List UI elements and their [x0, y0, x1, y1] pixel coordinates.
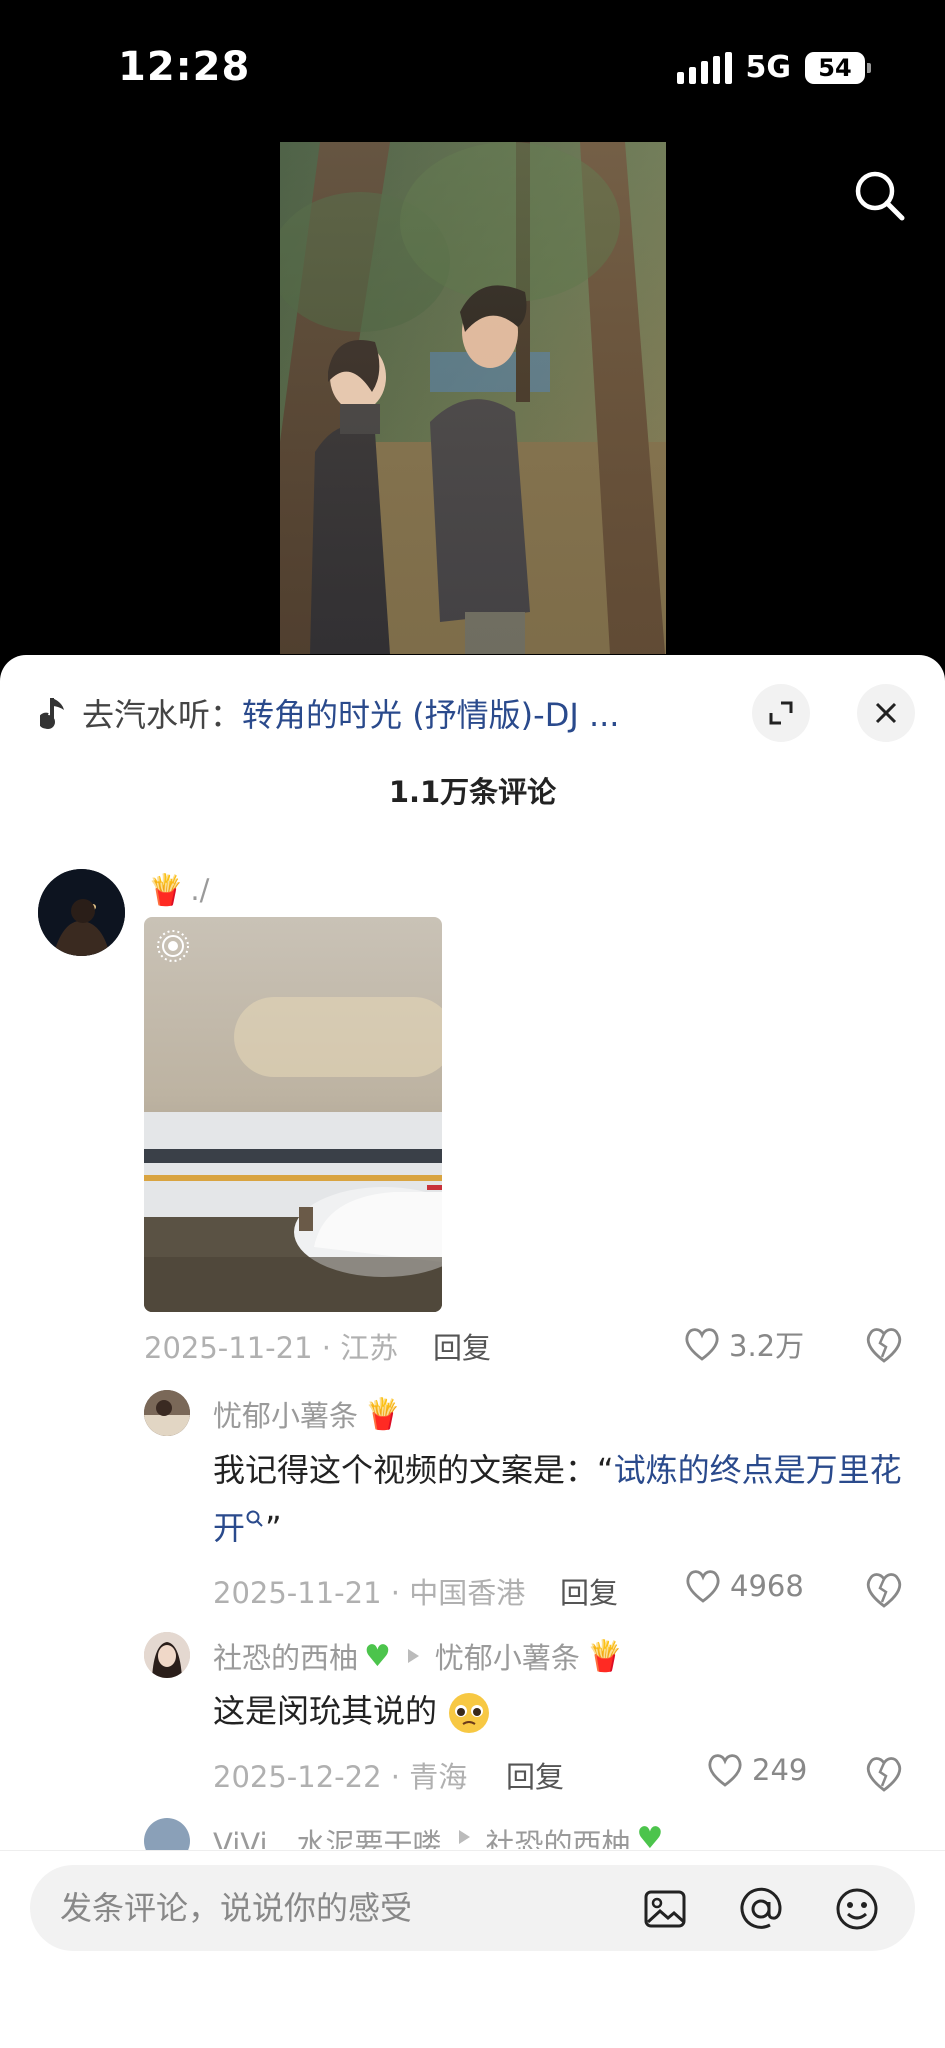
fries-emoji-icon: 🍟 [364, 1396, 402, 1432]
close-button[interactable] [857, 684, 915, 742]
status-bar: 12:28 5G 54 [0, 0, 945, 140]
expand-button[interactable] [752, 684, 810, 742]
video-frame-image [280, 142, 666, 654]
reply-date-location: 2025-12-22 · 青海 [213, 1760, 468, 1794]
expand-icon [769, 701, 793, 725]
video-player[interactable] [280, 142, 666, 654]
avatar[interactable] [144, 1632, 190, 1678]
broken-heart-icon[interactable] [864, 1570, 904, 1610]
live-photo-icon [157, 930, 189, 962]
reply-button[interactable]: 回复 [506, 1754, 564, 1796]
avatar-image [144, 1390, 190, 1436]
comment-image-picture [144, 917, 442, 1312]
comment-count: 1.1万条评论 [388, 775, 557, 809]
fries-emoji-icon: 🍟 [147, 872, 185, 908]
battery-icon: 54 [805, 51, 871, 84]
status-time: 12:28 [118, 44, 251, 90]
like-button[interactable]: 249 [706, 1752, 807, 1788]
avatar[interactable] [144, 1390, 190, 1436]
play-triangle-icon [458, 1830, 470, 1844]
reply-author[interactable]: 忧郁小薯条 🍟 [213, 1393, 401, 1435]
reply-author[interactable]: ViVi＿水泥要干喽 社恐的西柚 ♥ [213, 1821, 663, 1849]
like-count: 4968 [730, 1569, 804, 1603]
reply-to-name[interactable]: 忧郁小薯条 [435, 1635, 580, 1677]
avatar[interactable] [38, 869, 125, 956]
emoji-icon[interactable] [834, 1886, 880, 1932]
music-prefix: 去汽水听： [82, 696, 243, 734]
reply-author[interactable]: 社恐的西柚 ♥ 忧郁小薯条 🍟 [213, 1635, 623, 1677]
heart-icon [686, 1570, 720, 1603]
comment-date-location: 2025-11-21 · 江苏 [144, 1331, 399, 1365]
close-icon [875, 702, 897, 724]
status-indicators: 5G 54 [676, 50, 871, 85]
reply-button[interactable]: 回复 [433, 1325, 491, 1367]
broken-heart-icon[interactable] [864, 1754, 904, 1794]
like-count: 249 [752, 1753, 808, 1787]
music-link[interactable]: 去汽水听： 转角的时光 (抒情版)-DJ ... [40, 685, 720, 741]
image-icon[interactable] [642, 1886, 688, 1932]
music-song-title: 转角的时光 (抒情版)-DJ ... [242, 696, 620, 734]
pleading-face-emoji-icon [449, 1693, 490, 1733]
heart-icon [685, 1328, 719, 1361]
network-label: 5G [745, 50, 792, 85]
reply-button[interactable]: 回复 [560, 1570, 618, 1612]
like-count: 3.2万 [729, 1329, 805, 1363]
comment-author[interactable]: 🍟 ./ [147, 870, 209, 910]
avatar-image [144, 1632, 190, 1678]
comment-input[interactable] [60, 1865, 620, 1951]
music-note-icon [40, 698, 64, 729]
heart-icon [708, 1754, 742, 1787]
like-button[interactable]: 3.2万 [683, 1323, 804, 1365]
reply-date-location: 2025-11-21 · 中国香港 [213, 1576, 526, 1610]
search-icon[interactable] [850, 166, 910, 226]
avatar-image [38, 869, 125, 956]
reply-text: 这是闵玧其说的 [213, 1682, 913, 1740]
reply-text: 我记得这个视频的文案是：“试炼的终点是万里花开” [213, 1451, 902, 1547]
signal-icon [676, 51, 732, 84]
comment-image[interactable] [144, 917, 442, 1312]
green-heart-emoji-icon: ♥ [364, 1638, 391, 1674]
reply-to-name[interactable]: 社恐的西柚 [486, 1821, 631, 1849]
play-triangle-icon [407, 1649, 419, 1663]
like-button[interactable]: 4968 [684, 1568, 804, 1604]
search-icon [246, 1510, 263, 1527]
at-icon[interactable] [738, 1886, 784, 1932]
green-heart-emoji-icon: ♥ [636, 1821, 664, 1849]
fries-emoji-icon: 🍟 [585, 1638, 624, 1674]
comment-input-container[interactable] [30, 1865, 915, 1951]
comment-input-bar [0, 1850, 945, 2048]
comment-sheet: 去汽水听： 转角的时光 (抒情版)-DJ ... 1.1万条评论 🍟 ./ 20… [0, 655, 945, 2048]
broken-heart-icon[interactable] [864, 1325, 904, 1365]
